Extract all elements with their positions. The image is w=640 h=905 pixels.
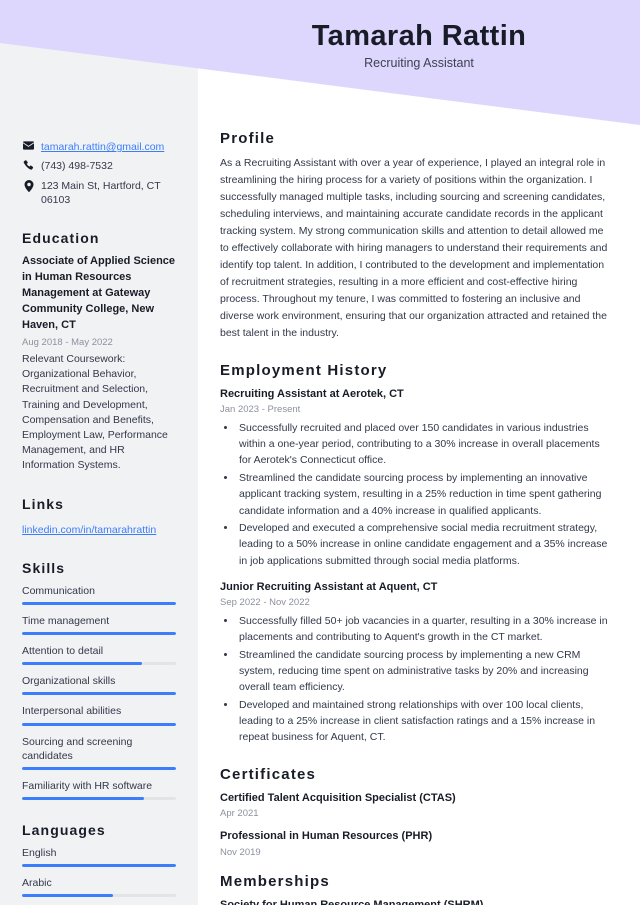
skill-bar-fill	[22, 722, 176, 726]
job-date: Sep 2022 - Nov 2022	[220, 597, 310, 609]
education-date: Aug 2018 - May 2022	[22, 336, 113, 348]
skill-bar-track	[22, 797, 176, 801]
job-bullet: Successfully recruited and placed over 1…	[237, 420, 614, 469]
skill-item: Familiarity with HR software	[22, 779, 176, 801]
memberships-heading: Memberships	[220, 873, 330, 891]
skill-bar-fill	[22, 692, 176, 696]
job-bullet: Successfully filled 50+ job vacancies in…	[237, 613, 614, 646]
job-bullet: Developed and executed a comprehensive s…	[237, 520, 614, 569]
employment-section: Employment History Recruiting Assistant …	[220, 362, 614, 746]
location-pin-icon	[22, 179, 35, 192]
job-date: Jan 2023 - Present	[220, 404, 301, 416]
languages-heading: Languages	[22, 822, 106, 839]
job-entry: Junior Recruiting Assistant at Aquent, C…	[220, 580, 614, 746]
languages-list: English Arabic	[22, 846, 176, 898]
education-item: Associate of Applied Science in Human Re…	[22, 254, 176, 474]
job-title: Recruiting Assistant at Aerotek, CT	[220, 388, 404, 400]
phone-value: (743) 498-7532	[41, 160, 113, 173]
profile-section: Profile As a Recruiting Assistant with o…	[220, 130, 614, 342]
profile-text: As a Recruiting Assistant with over a ye…	[220, 157, 608, 339]
profile-heading: Profile	[220, 130, 276, 147]
language-bar-fill	[22, 864, 176, 868]
language-label: English	[22, 847, 57, 860]
sidebar: tamarah.rattin@gmail.com (743) 498-7532 …	[0, 0, 198, 905]
employment-heading: Employment History	[220, 362, 388, 379]
certificate-item: Certified Talent Acquisition Specialist …	[220, 791, 614, 821]
skill-bar-track	[22, 601, 176, 605]
skill-bar-fill	[22, 662, 143, 666]
skill-item: Time management	[22, 614, 176, 636]
email-link[interactable]: tamarah.rattin@gmail.com	[41, 140, 176, 154]
contact-phone-row: (743) 498-7532	[22, 159, 176, 173]
language-label: Arabic	[22, 877, 52, 890]
phone-icon	[22, 159, 35, 171]
language-bar-track	[22, 894, 176, 898]
language-item: English	[22, 846, 176, 868]
job-bullet: Developed and maintained strong relation…	[237, 697, 614, 746]
skill-item: Interpersonal abilities	[22, 704, 176, 726]
skill-item: Sourcing and screening candidates	[22, 735, 176, 770]
skills-list: Communication Time management Attention …	[22, 584, 176, 801]
job-entry: Recruiting Assistant at Aerotek, CT Jan …	[220, 387, 614, 569]
skill-bar-fill	[22, 797, 144, 801]
certificates-heading: Certificates	[220, 765, 317, 783]
skills-heading: Skills	[22, 559, 66, 576]
contact-email-row: tamarah.rattin@gmail.com	[22, 140, 176, 154]
resume-page: Tamarah Rattin Recruiting Assistant tama…	[0, 0, 640, 905]
skill-label: Communication	[22, 584, 95, 597]
education-description: Relevant Coursework: Organizational Beha…	[22, 352, 168, 472]
skill-bar-track	[22, 766, 176, 770]
skill-bar-track	[22, 662, 176, 666]
education-list: Associate of Applied Science in Human Re…	[22, 254, 176, 474]
skill-bar-fill	[22, 632, 176, 636]
skill-label: Familiarity with HR software	[22, 779, 153, 792]
skill-bar-track	[22, 692, 176, 696]
job-bullets: Successfully filled 50+ job vacancies in…	[220, 613, 614, 746]
memberships-section: Memberships Society for Human Resource M…	[220, 873, 614, 905]
education-degree: Associate of Applied Science in Human Re…	[22, 254, 176, 331]
address-value: 123 Main St, Hartford, CT 06103	[41, 179, 161, 207]
contact-address-row: 123 Main St, Hartford, CT 06103	[22, 179, 176, 208]
skill-bar-fill	[22, 601, 176, 605]
language-bar-fill	[22, 894, 113, 898]
links-list: linkedin.com/in/tamarahrattin	[22, 520, 176, 538]
link-item-linkedin[interactable]: linkedin.com/in/tamarahrattin	[22, 524, 156, 536]
job-title: Junior Recruiting Assistant at Aquent, C…	[220, 581, 438, 594]
certificate-date: Apr 2021	[220, 808, 259, 820]
contact-list: tamarah.rattin@gmail.com (743) 498-7532 …	[22, 140, 176, 208]
language-bar-track	[22, 864, 176, 868]
skill-item: Attention to detail	[22, 644, 176, 666]
job-bullets: Successfully recruited and placed over 1…	[220, 420, 614, 569]
main-content: Profile As a Recruiting Assistant with o…	[198, 0, 640, 905]
skill-bar-track	[22, 722, 176, 726]
job-bullet: Streamlined the candidate sourcing proce…	[237, 470, 614, 519]
certificate-item: Professional in Human Resources (PHR) No…	[220, 829, 614, 859]
skill-label: Attention to detail	[22, 645, 104, 658]
certificate-name: Certified Talent Acquisition Specialist …	[220, 791, 456, 804]
skill-label: Sourcing and screening candidates	[22, 735, 133, 762]
skill-item: Organizational skills	[22, 674, 176, 696]
links-heading: Links	[22, 495, 65, 512]
envelope-icon	[22, 140, 35, 150]
education-heading: Education	[22, 229, 100, 246]
language-item: Arabic	[22, 876, 176, 898]
certificate-name: Professional in Human Resources (PHR)	[220, 830, 433, 843]
skill-label: Time management	[22, 614, 110, 627]
job-bullet: Streamlined the candidate sourcing proce…	[237, 647, 614, 696]
skill-label: Interpersonal abilities	[22, 705, 122, 718]
skill-label: Organizational skills	[22, 675, 116, 688]
skill-bar-fill	[22, 766, 176, 770]
membership-item: Society for Human Resource Management (S…	[220, 898, 614, 905]
certificates-section: Certificates Certified Talent Acquisitio…	[220, 766, 614, 859]
certificate-date: Nov 2019	[220, 846, 261, 858]
skill-bar-track	[22, 632, 176, 636]
skill-item: Communication	[22, 584, 176, 605]
